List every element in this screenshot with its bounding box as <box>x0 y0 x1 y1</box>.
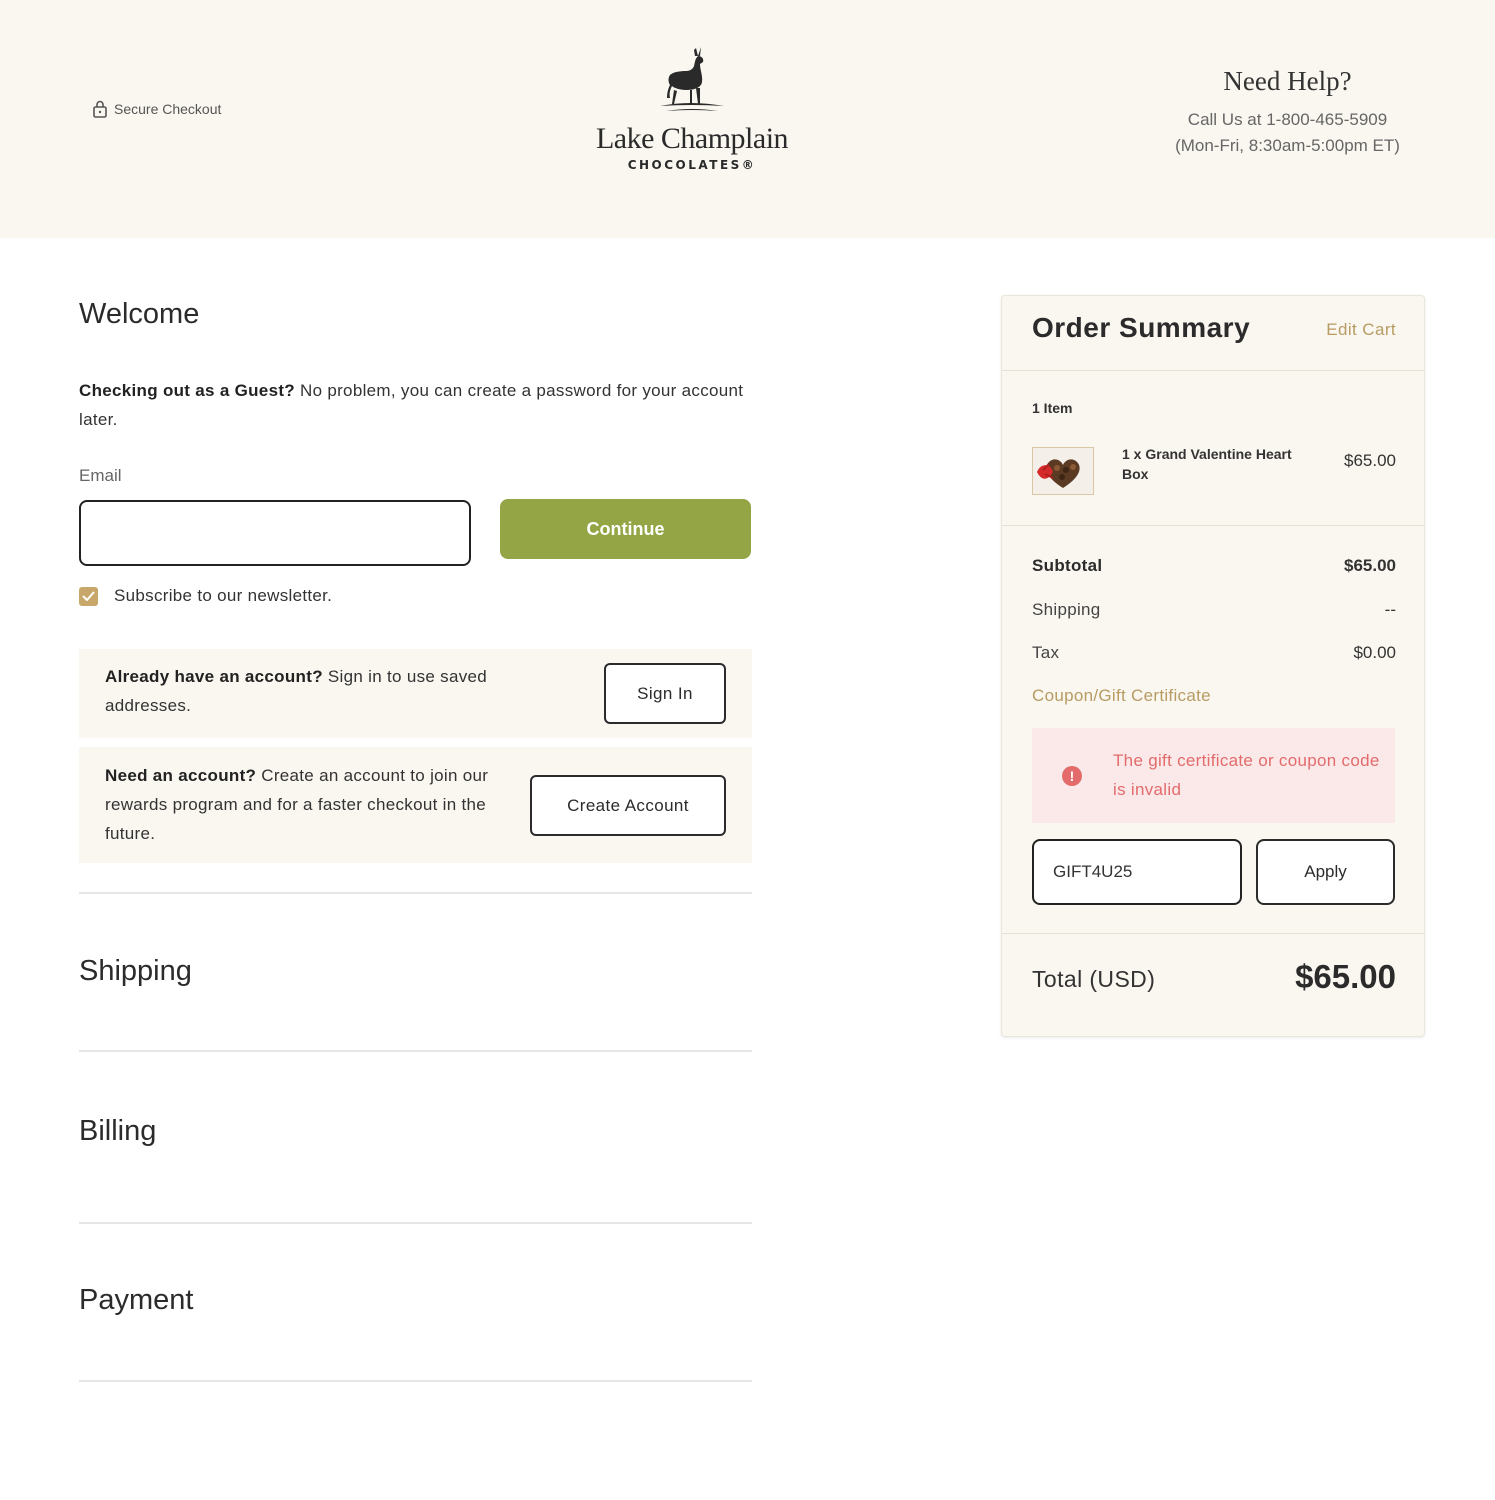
section-divider <box>79 1222 752 1224</box>
summary-divider <box>1002 525 1424 526</box>
coupon-error-alert: ! The gift certificate or coupon code is… <box>1032 728 1395 823</box>
total-label: Total (USD) <box>1032 966 1156 992</box>
coupon-code-field[interactable] <box>1032 839 1242 905</box>
shipping-value: -- <box>1384 600 1396 619</box>
total-value: $65.00 <box>1295 958 1396 995</box>
payment-section-title: Payment <box>79 1284 194 1316</box>
items-count: 1 Item <box>1032 400 1073 416</box>
help-phone[interactable]: Call Us at 1-800-465-5909 <box>1140 107 1435 133</box>
summary-divider <box>1002 370 1424 371</box>
summary-divider <box>1002 933 1424 934</box>
subtotal-label: Subtotal <box>1032 556 1103 575</box>
create-account-panel: Need an account? Create an account to jo… <box>79 747 752 863</box>
order-summary-title: Order Summary <box>1032 312 1251 343</box>
checkout-header: Secure Checkout Lake Champlain CHOCOLATE… <box>0 0 1495 238</box>
brand-name: Lake Champlain <box>595 122 789 155</box>
signin-panel: Already have an account? Sign in to use … <box>79 649 752 738</box>
signin-message: Already have an account? Sign in to use … <box>105 662 545 720</box>
error-icon: ! <box>1062 766 1082 786</box>
continue-button[interactable]: Continue <box>500 499 751 559</box>
create-account-button[interactable]: Create Account <box>530 775 726 836</box>
welcome-title: Welcome <box>79 298 200 330</box>
edit-cart-link[interactable]: Edit Cart <box>1326 320 1396 340</box>
create-account-message-bold: Need an account? <box>105 766 257 785</box>
brand-logo[interactable]: Lake Champlain CHOCOLATES® <box>590 44 794 172</box>
sign-in-button[interactable]: Sign In <box>604 663 726 724</box>
help-title: Need Help? <box>1223 66 1352 96</box>
newsletter-subscribe[interactable]: Subscribe to our newsletter. <box>79 586 332 606</box>
subtotal-value: $65.00 <box>1344 556 1396 575</box>
section-divider <box>79 892 752 894</box>
coupon-error-message: The gift certificate or coupon code is i… <box>1113 751 1380 799</box>
newsletter-label: Subscribe to our newsletter. <box>114 586 333 605</box>
item-name: 1 x Grand Valentine Heart Box <box>1122 446 1292 482</box>
newsletter-checkbox[interactable] <box>79 586 98 606</box>
lock-icon <box>92 100 108 118</box>
check-icon <box>82 591 95 601</box>
billing-section-title: Billing <box>79 1115 157 1147</box>
brand-subtitle: CHOCOLATES® <box>627 158 757 172</box>
secure-checkout-label: Secure Checkout <box>114 101 222 117</box>
item-price: $65.00 <box>1344 451 1396 470</box>
tax-value: $0.00 <box>1353 643 1396 662</box>
deer-logo <box>660 47 724 111</box>
guest-message-bold: Checking out as a Guest? <box>79 381 295 400</box>
guest-message: Checking out as a Guest? No problem, you… <box>79 376 749 434</box>
email-label: Email <box>79 466 122 485</box>
order-summary: Order Summary Edit Cart 1 Item 1 x Grand… <box>1001 295 1425 1037</box>
section-divider <box>79 1050 752 1052</box>
help-hours: (Mon-Fri, 8:30am-5:00pm ET) <box>1175 136 1400 155</box>
tax-label: Tax <box>1032 643 1060 662</box>
signin-message-bold: Already have an account? <box>105 667 323 686</box>
section-divider <box>79 1380 752 1382</box>
product-thumbnail <box>1032 447 1094 495</box>
apply-coupon-button[interactable]: Apply <box>1256 839 1395 905</box>
help-block: Need Help? Call Us at 1-800-465-5909 (Mo… <box>1140 66 1435 159</box>
secure-checkout: Secure Checkout <box>92 100 221 118</box>
create-account-message: Need an account? Create an account to jo… <box>105 761 515 848</box>
shipping-section-title: Shipping <box>79 955 192 987</box>
shipping-label: Shipping <box>1032 600 1101 619</box>
email-field[interactable] <box>79 500 471 566</box>
coupon-toggle[interactable]: Coupon/Gift Certificate <box>1032 686 1211 706</box>
